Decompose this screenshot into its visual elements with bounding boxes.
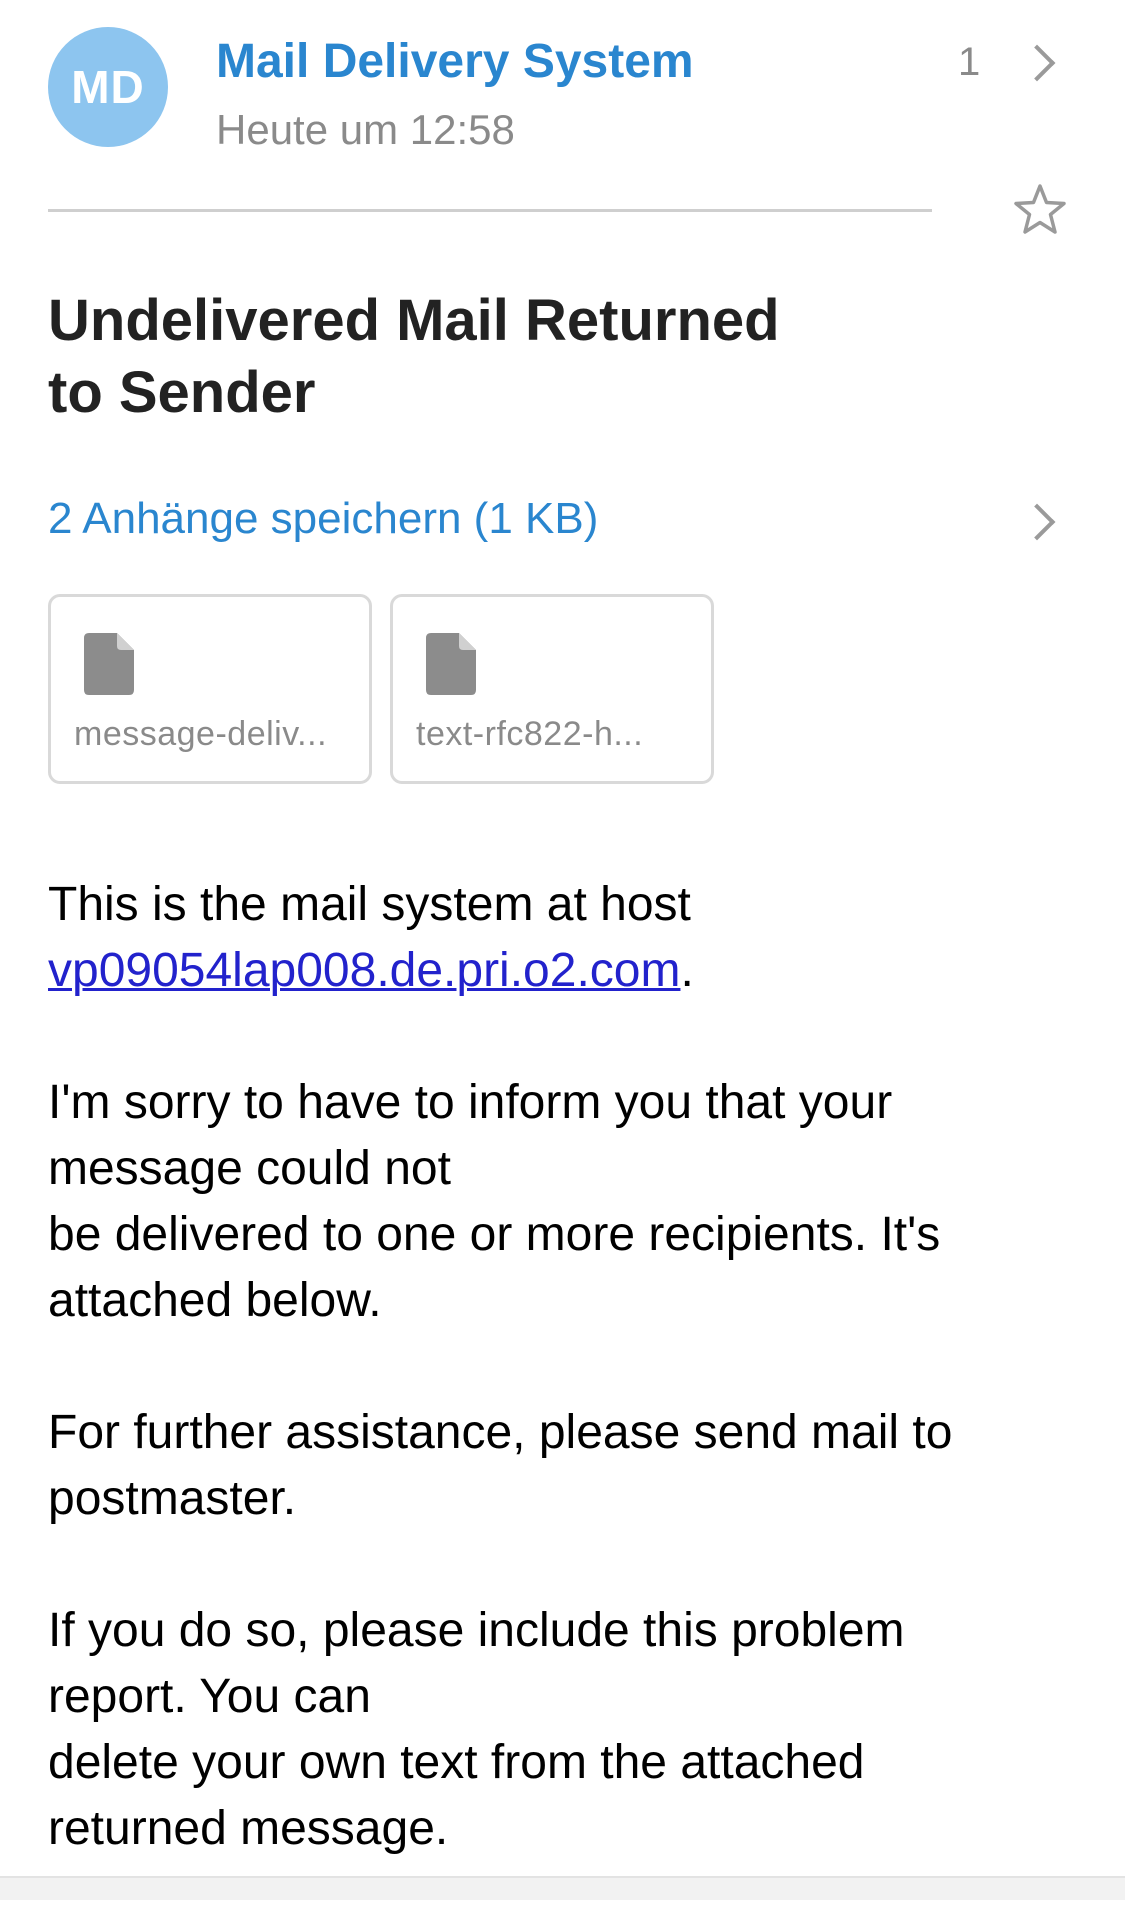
avatar-initials: MD <box>71 61 145 113</box>
body-punctuation: . <box>680 944 694 997</box>
body-line: For further assistance, please send mail… <box>48 1406 953 1459</box>
attachment-card[interactable]: message-deliv... <box>48 594 372 784</box>
message-body: This is the mail system at host vp09054l… <box>48 872 1088 1928</box>
body-paragraph: I'm sorry to have to inform you that you… <box>48 1070 1088 1334</box>
body-paragraph: This is the mail system at host vp09054l… <box>48 872 1088 1004</box>
message-time: Heute um 12:58 <box>216 106 515 153</box>
thread-count: 1 <box>958 40 981 84</box>
attachment-name: text-rfc822-h... <box>416 715 644 753</box>
body-line: postmaster. <box>48 1472 297 1525</box>
message-subject: Undelivered Mail Returned to Sender <box>48 288 780 425</box>
body-line: vp09054lap008.de.pri.o2.com. <box>48 938 1088 1004</box>
body-line: message could not <box>48 1142 451 1195</box>
body-line: be delivered to one or more recipients. … <box>48 1208 941 1261</box>
attachment-card[interactable]: text-rfc822-h... <box>390 594 714 784</box>
body-paragraph: If you do so, please include this proble… <box>48 1598 1088 1862</box>
save-attachments-link[interactable]: 2 Anhänge speichern (1 KB) <box>48 494 598 544</box>
body-line: This is the mail system at host <box>48 878 691 931</box>
chevron-right-icon[interactable] <box>1018 44 1056 82</box>
file-icon <box>84 633 134 695</box>
sender-name[interactable]: Mail Delivery System <box>216 34 694 89</box>
chevron-right-icon[interactable] <box>1018 503 1056 541</box>
file-icon <box>426 633 476 695</box>
avatar[interactable]: MD <box>48 27 168 147</box>
body-line: delete your own text from the attached <box>48 1736 865 1789</box>
body-line: returned message. <box>48 1802 449 1855</box>
bottom-toolbar-edge <box>0 1876 1125 1900</box>
body-line: report. You can <box>48 1670 371 1723</box>
body-paragraph: For further assistance, please send mail… <box>48 1400 1088 1532</box>
star-icon[interactable] <box>1012 182 1068 238</box>
header-divider <box>48 209 932 212</box>
host-link[interactable]: vp09054lap008.de.pri.o2.com <box>48 944 680 997</box>
body-line: If you do so, please include this proble… <box>48 1604 905 1657</box>
attachment-name: message-deliv... <box>74 715 328 753</box>
body-line: I'm sorry to have to inform you that you… <box>48 1076 893 1129</box>
body-line: attached below. <box>48 1274 382 1327</box>
